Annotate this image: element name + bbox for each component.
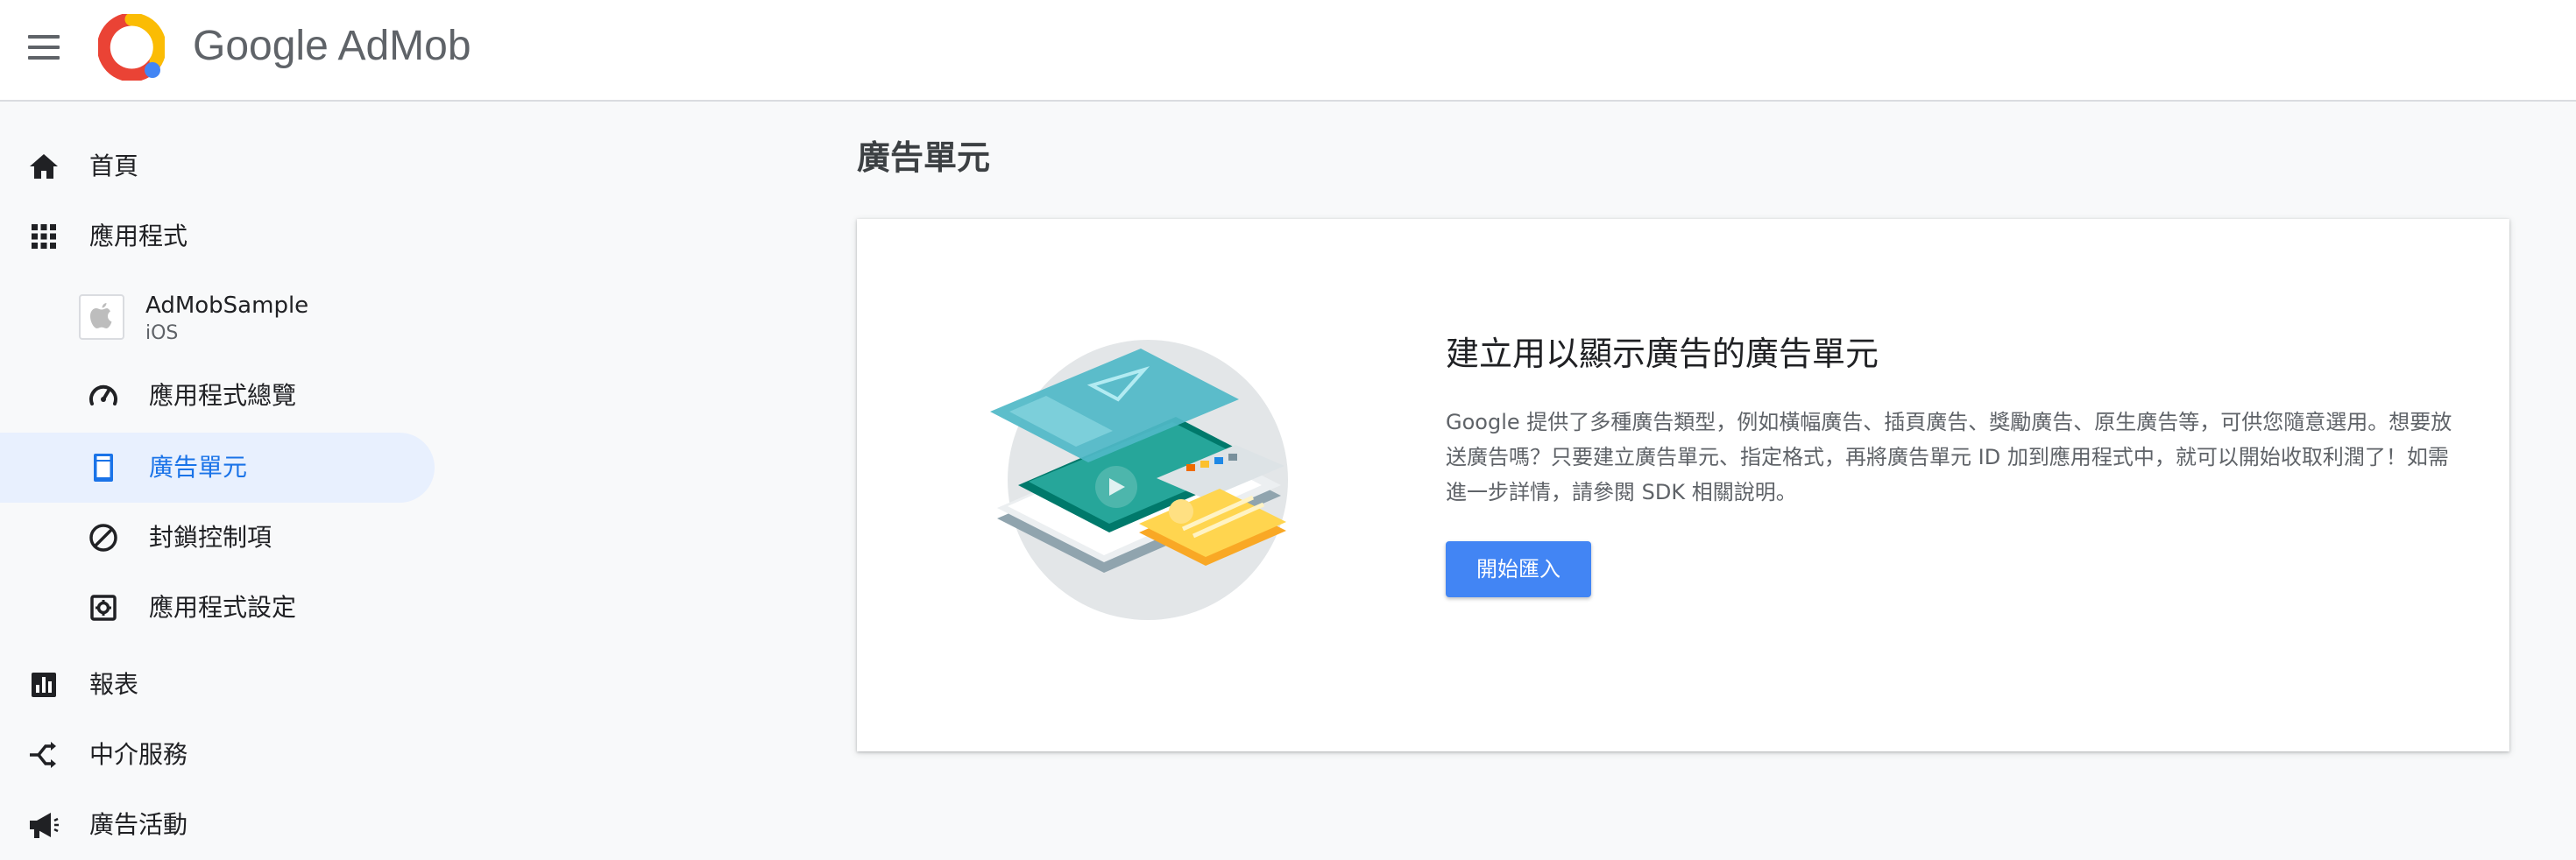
sidebar-item-label: 廣告單元 xyxy=(149,453,248,482)
admob-logo-icon[interactable] xyxy=(98,14,165,81)
app-name: AdMobSample xyxy=(145,293,309,319)
page-title: 廣告單元 xyxy=(857,138,991,177)
apps-grid-icon xyxy=(32,224,56,249)
ad-unit-icon xyxy=(94,454,113,482)
settings-icon xyxy=(90,595,117,621)
sidebar-item-label: 報表 xyxy=(89,670,139,699)
empty-state-card: 建立用以顯示廣告的廣告單元 Google 提供了多種廣告類型，例如橫幅廣告、插頁… xyxy=(857,219,2509,751)
sidebar-item-home[interactable]: 首頁 xyxy=(0,131,435,201)
bar-chart-icon xyxy=(32,673,56,697)
sidebar-item-app-overview[interactable]: 應用程式總覽 xyxy=(0,361,435,431)
card-heading: 建立用以顯示廣告的廣告單元 xyxy=(1446,335,1879,373)
ad-formats-illustration xyxy=(990,340,1288,620)
mediation-icon xyxy=(30,742,56,768)
brand-google: Google xyxy=(193,23,329,69)
sidebar-nav: 首頁 應用程式 AdMobSample iOS 應用程式總覽 廣告單元 封鎖控制… xyxy=(0,102,447,856)
home-icon xyxy=(30,154,58,179)
sidebar-item-apps[interactable]: 應用程式 xyxy=(0,201,435,271)
sidebar-item-label: 封鎖控制項 xyxy=(149,523,272,552)
sidebar-item-label: 中介服務 xyxy=(89,740,188,769)
sidebar-item-label: 廣告活動 xyxy=(89,810,188,839)
sidebar-item-mediation[interactable]: 中介服務 xyxy=(0,720,435,790)
brand-wordmark: Google AdMob xyxy=(193,19,471,74)
sidebar-app-entry[interactable]: AdMobSample iOS xyxy=(0,282,435,352)
card-description: Google 提供了多種廣告類型，例如橫幅廣告、插頁廣告、獎勵廣告、原生廣告等，… xyxy=(1446,410,2452,504)
app-platform: iOS xyxy=(145,322,179,344)
sidebar-item-label: 應用程式總覽 xyxy=(149,381,297,410)
sidebar-item-label: 首頁 xyxy=(89,152,139,180)
apple-icon xyxy=(90,303,112,328)
sidebar-item-ad-units[interactable]: 廣告單元 xyxy=(0,433,435,503)
speedometer-icon xyxy=(89,384,117,405)
get-started-button[interactable]: 開始匯入 xyxy=(1446,541,1591,597)
top-app-bar: Google AdMob xyxy=(0,0,2576,102)
app-avatar xyxy=(79,294,124,340)
sidebar-item-app-settings[interactable]: 應用程式設定 xyxy=(0,573,435,643)
sidebar-item-reports[interactable]: 報表 xyxy=(0,650,435,720)
hamburger-menu-icon[interactable] xyxy=(26,30,61,65)
block-icon xyxy=(89,524,117,552)
sidebar-item-label: 應用程式設定 xyxy=(149,593,297,622)
sidebar-item-blocking-controls[interactable]: 封鎖控制項 xyxy=(0,503,435,573)
brand-product: AdMob xyxy=(337,23,471,69)
sidebar-item-label: 應用程式 xyxy=(89,222,188,250)
megaphone-icon xyxy=(30,813,59,838)
sidebar-item-campaigns[interactable]: 廣告活動 xyxy=(0,790,435,860)
